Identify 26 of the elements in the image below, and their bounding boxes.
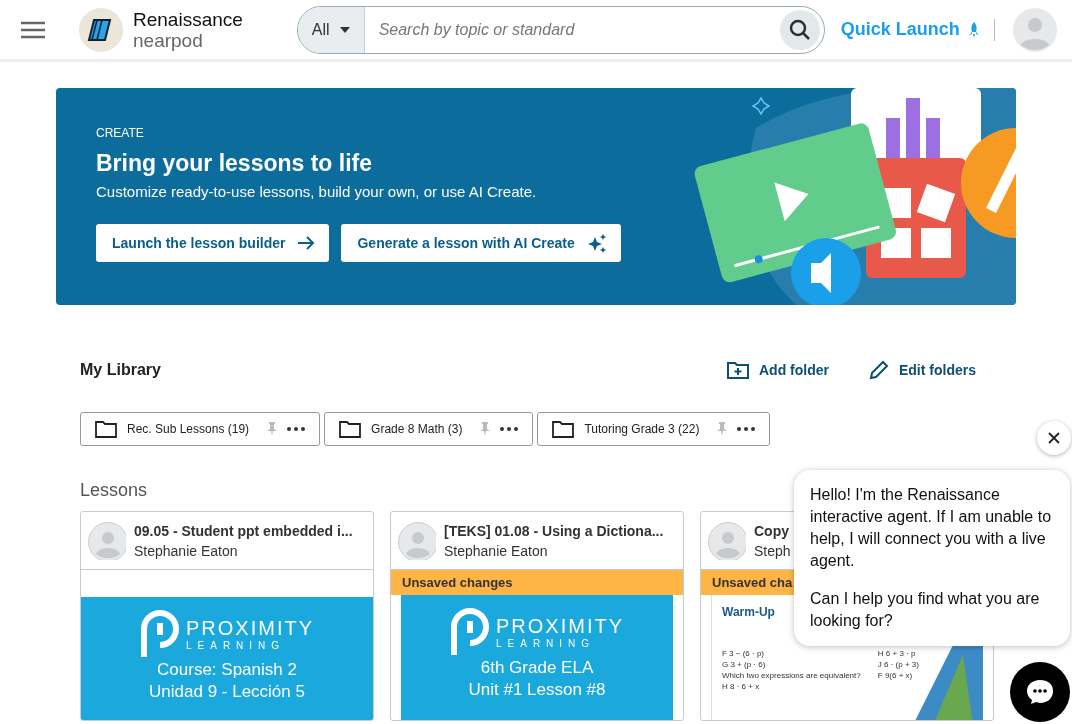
worksheet-heading: Warm-Up <box>722 605 776 619</box>
lesson-author: Stephanie Eaton <box>444 542 549 559</box>
banner-subtitle: Customize ready-to-use lessons, build your own, or use AI Create. <box>96 183 538 200</box>
lesson-title: 09.05 - Student ppt embedded i... <box>134 522 353 539</box>
logo-tagline: LEARNING <box>186 640 286 651</box>
slide-text: Unidad 9 - Lección 5 <box>148 681 306 703</box>
brand-name: Renaissance <box>133 8 243 30</box>
logo-tagline: LEARNING <box>496 638 596 649</box>
unsaved-banner: Unsaved changes <box>391 570 683 595</box>
section-title: Lessons <box>80 480 148 501</box>
banner-title: Bring your lessons to life <box>96 150 374 177</box>
worksheet-text: J 6 · (p + 3) <box>877 660 922 669</box>
product-name: nearpod <box>133 29 204 51</box>
section-title: My Library <box>80 361 161 379</box>
slide-text: 6th Grade ELA <box>479 657 595 679</box>
slide-text: Unit #1 Lesson #8 <box>467 679 607 701</box>
logo-wordmark: PROXIMITY <box>496 615 624 638</box>
lesson-title: Copy <box>754 522 790 539</box>
lesson-author: Steph <box>754 542 791 559</box>
logo-wordmark: PROXIMITY <box>186 617 314 640</box>
worksheet-text: Which two expressions are equivalent? <box>722 671 864 680</box>
slide-text: Course: Spanish 2 <box>156 659 298 681</box>
lesson-title: [TEKS] 01.08 - Using a Dictiona... <box>444 522 664 539</box>
chat-message: Hello! I'm the Renaissance interactive agent. If I am unable to help, I will connect you with a live agent. <box>810 485 1053 571</box>
lesson-author: Stephanie Eaton <box>134 542 239 559</box>
banner-eyebrow: CREATE <box>96 126 145 140</box>
